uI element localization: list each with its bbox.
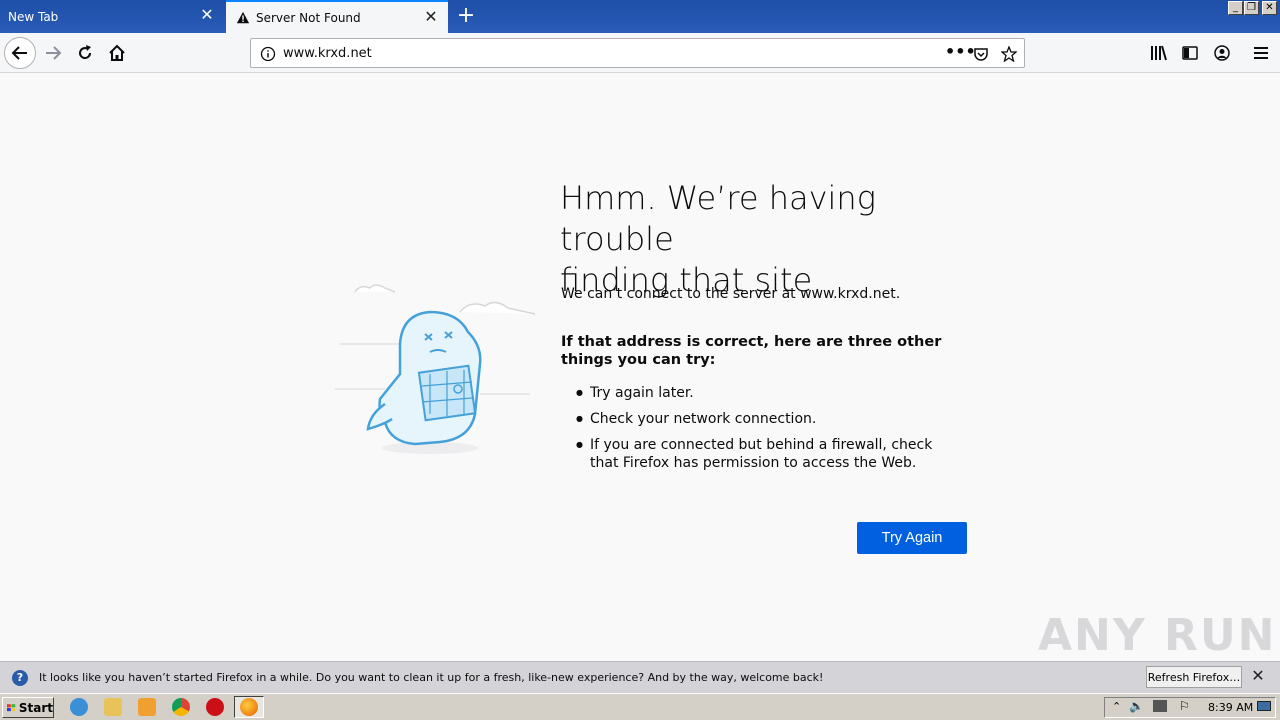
new-tab-plus-icon[interactable]: + <box>456 5 476 27</box>
dinosaur-illustration <box>335 284 536 454</box>
refresh-firefox-button[interactable]: Refresh Firefox… <box>1146 666 1242 688</box>
try-again-button[interactable]: Try Again <box>857 522 967 554</box>
tab-label: New Tab <box>8 9 59 24</box>
notification-bar: ? It looks like you haven’t started Fire… <box>0 661 1280 693</box>
navigation-toolbar: www.krxd.net ••• <box>0 33 1280 73</box>
folder-icon[interactable] <box>104 698 122 716</box>
error-page: Hmm. We’re having trouble finding that s… <box>0 74 1280 661</box>
list-item: Check your network connection. <box>576 410 960 428</box>
forward-button[interactable] <box>38 38 68 68</box>
suggestions-heading: If that address is correct, here are thr… <box>561 334 942 368</box>
show-desktop-icon[interactable] <box>1257 701 1271 711</box>
error-description: We can’t connect to the server at www.kr… <box>561 286 901 302</box>
firefox-icon <box>240 698 258 716</box>
error-title: Hmm. We’re having trouble finding that s… <box>560 178 990 301</box>
close-icon[interactable]: ✕ <box>200 7 214 23</box>
tab-server-not-found[interactable]: Server Not Found ✕ <box>226 0 448 33</box>
info-icon[interactable] <box>260 46 276 62</box>
close-icon[interactable]: ✕ <box>1250 668 1266 684</box>
library-icon[interactable] <box>1150 45 1168 61</box>
start-button[interactable]: Start <box>2 697 54 718</box>
warning-icon <box>236 11 250 23</box>
reload-icon <box>79 45 92 60</box>
account-icon[interactable] <box>1214 45 1230 61</box>
volume-icon[interactable]: 🔈 <box>1129 699 1144 713</box>
windows-logo-icon <box>7 703 16 711</box>
hamburger-menu-icon[interactable] <box>1254 46 1268 60</box>
list-item: Try again later. <box>576 384 960 402</box>
notification-message: It looks like you haven’t started Firefo… <box>39 671 824 684</box>
tray-expand-icon[interactable]: ⌃ <box>1112 700 1121 713</box>
reload-button[interactable] <box>70 38 100 68</box>
home-button[interactable] <box>102 38 132 68</box>
ie-icon[interactable] <box>70 698 88 716</box>
arrow-right-icon <box>46 46 62 60</box>
close-icon[interactable]: ✕ <box>424 9 438 25</box>
error-title-line1: Hmm. We’re having trouble <box>560 179 876 258</box>
arrow-left-icon <box>11 46 27 60</box>
tab-strip: New Tab ✕ Server Not Found ✕ + _ ❐ ✕ <box>0 0 1280 33</box>
chrome-icon[interactable] <box>172 698 190 716</box>
list-item: If you are connected but behind a firewa… <box>576 436 960 472</box>
suggestions-list: Try again later. Check your network conn… <box>576 384 960 480</box>
network-icon[interactable] <box>1153 700 1167 712</box>
minimize-icon[interactable]: _ <box>1228 1 1243 15</box>
url-bar[interactable]: www.krxd.net ••• <box>250 38 1025 68</box>
sidebar-icon[interactable] <box>1182 45 1198 61</box>
opera-icon[interactable] <box>206 698 224 716</box>
clock: 8:39 AM <box>1208 701 1254 714</box>
watermark-logo: ANY RUN <box>1038 610 1277 661</box>
home-icon <box>109 44 125 61</box>
restore-icon[interactable]: ❐ <box>1244 1 1259 15</box>
page-actions-icon[interactable]: ••• <box>945 42 976 61</box>
media-player-icon[interactable] <box>138 698 156 716</box>
flag-icon[interactable]: ⚐ <box>1179 699 1190 713</box>
bookmark-star-icon[interactable] <box>1001 46 1017 62</box>
url-text[interactable]: www.krxd.net <box>283 46 372 61</box>
pocket-icon[interactable] <box>973 46 989 62</box>
tab-new-tab[interactable]: New Tab ✕ <box>0 0 224 33</box>
back-button[interactable] <box>4 37 36 69</box>
window-close-icon[interactable]: ✕ <box>1262 1 1277 15</box>
tab-label: Server Not Found <box>256 10 361 25</box>
start-label: Start <box>18 700 53 715</box>
firefox-taskbar-button[interactable] <box>234 696 264 718</box>
question-icon: ? <box>12 670 28 686</box>
taskbar: Start ⌃ 🔈 ⚐ 8:39 AM <box>0 693 1280 720</box>
